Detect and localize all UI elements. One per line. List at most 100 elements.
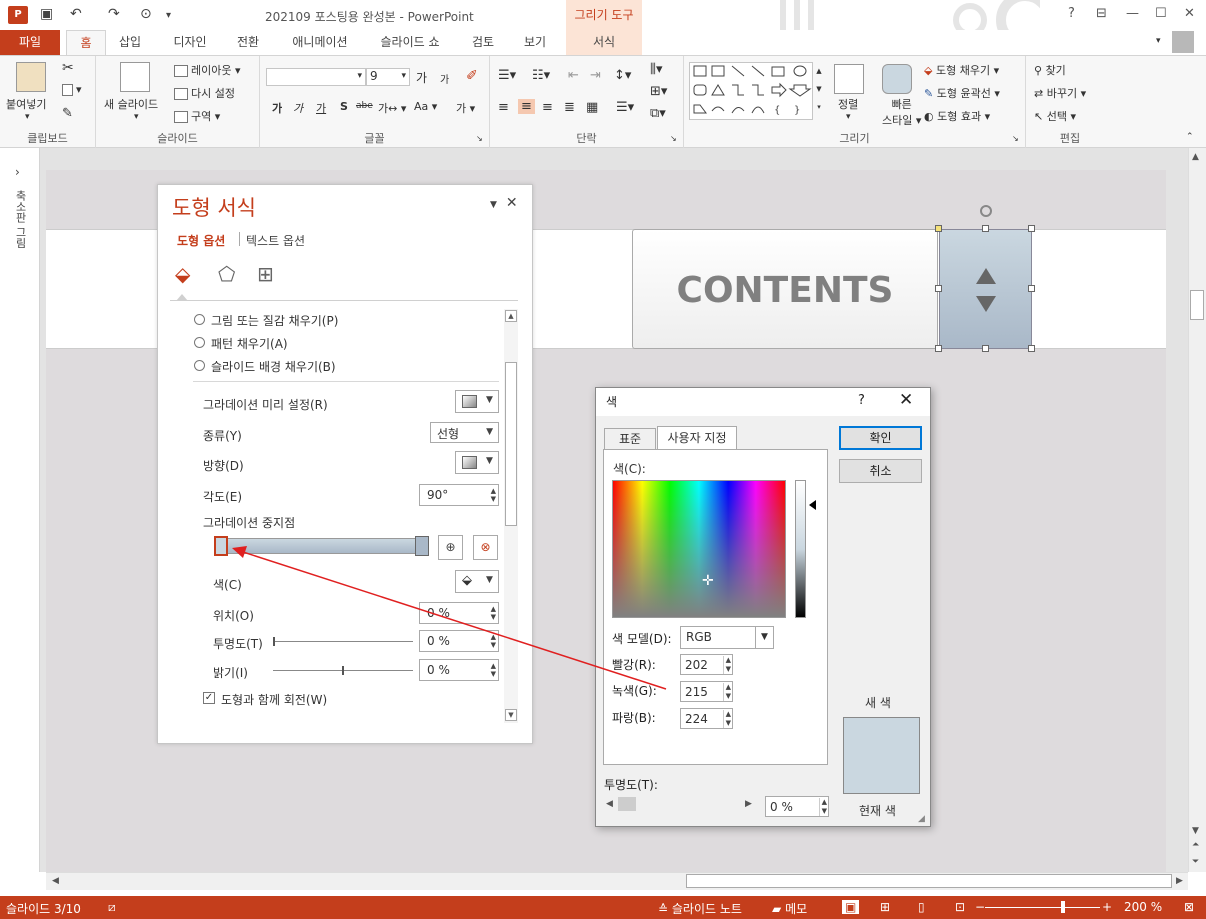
cut-icon[interactable]: ✂	[62, 60, 74, 76]
reset-button[interactable]: 다시 설정	[174, 85, 235, 101]
thumbnail-pane-label[interactable]: 축소판 그림	[12, 190, 28, 249]
paste-button[interactable]: 붙여넣기	[6, 96, 46, 112]
shape-outline-button[interactable]: ✎ 도형 윤곽선 ▾	[924, 85, 1000, 101]
avatar[interactable]	[1172, 31, 1194, 53]
change-case-button[interactable]: Aa ▾	[414, 100, 437, 113]
tab-standard[interactable]: 표준	[604, 428, 656, 449]
rotate-with-shape-checkbox[interactable]: ✓	[203, 692, 215, 704]
undo-icon[interactable]: ↶	[70, 6, 82, 22]
shape-effects-button[interactable]: ◐ 도형 효과 ▾	[924, 108, 990, 124]
char-spacing-button[interactable]: 가↔ ▾	[378, 100, 406, 116]
color-spectrum[interactable]	[612, 480, 786, 618]
tab-animations[interactable]: 애니메이션	[282, 30, 358, 55]
radio-background-fill[interactable]	[194, 360, 205, 371]
columns-icon[interactable]: ☰▾	[616, 100, 634, 115]
arrange-dropdown-icon[interactable]: ▾	[846, 112, 851, 122]
shapes-gallery[interactable]: {}	[689, 62, 825, 120]
redo-icon[interactable]: ↷	[108, 6, 120, 22]
gradient-type-dropdown[interactable]: 선형 ▼	[430, 422, 499, 443]
pane-scroll-up-icon[interactable]: ▲	[505, 310, 517, 322]
distributed-icon[interactable]: ▦	[586, 100, 598, 115]
decrease-indent-icon[interactable]: ⇤	[568, 68, 579, 83]
zoom-level[interactable]: 200 %	[1124, 900, 1162, 914]
fill-line-icon[interactable]: ⬙	[175, 262, 190, 286]
stop-position-input[interactable]: 0 % ▲ ▼	[419, 602, 499, 624]
scroll-right-icon[interactable]: ▶	[1176, 876, 1183, 886]
selection-handle[interactable]	[1028, 345, 1035, 352]
selected-arrow-shape[interactable]	[939, 229, 1032, 349]
transparency-slider-thumb[interactable]	[273, 637, 275, 646]
selection-handle[interactable]	[1028, 285, 1035, 292]
next-slide-icon[interactable]: ⏷	[1192, 857, 1199, 867]
pane-scroll-thumb[interactable]	[505, 362, 517, 526]
shapes-gallery-scroll[interactable]: ▲ ▼ ▾	[812, 62, 825, 120]
dialog-help-icon[interactable]: ?	[858, 393, 865, 408]
comments-button[interactable]: ▰ 메모	[772, 900, 807, 917]
blue-input[interactable]: 224 ▲ ▼	[680, 708, 733, 729]
zoom-out-icon[interactable]: −	[975, 900, 985, 914]
rotation-handle[interactable]	[980, 205, 992, 217]
tab-text-options[interactable]: 텍스트 옵션	[246, 232, 305, 249]
luminance-bar[interactable]	[795, 480, 806, 618]
numbering-icon[interactable]: ☷▾	[532, 68, 550, 83]
contents-title[interactable]: CONTENTS	[632, 270, 938, 311]
notes-button[interactable]: ≙ 슬라이드 노트	[658, 900, 742, 917]
gradient-direction-button[interactable]: ▼	[455, 451, 499, 474]
format-painter-icon[interactable]: ✎	[62, 106, 73, 121]
resize-grip-icon[interactable]: ◢	[918, 814, 925, 824]
selection-handle[interactable]	[1028, 225, 1035, 232]
find-button[interactable]: ⚲ 찾기	[1034, 62, 1066, 78]
start-from-beginning-icon[interactable]: ⊙	[140, 6, 152, 22]
pane-scroll-down-icon[interactable]: ▼	[505, 709, 517, 721]
layout-button[interactable]: 레이아웃 ▾	[174, 62, 241, 78]
section-button[interactable]: 구역 ▾	[174, 108, 220, 124]
vertical-scroll-thumb[interactable]	[1190, 290, 1204, 320]
green-input[interactable]: 215 ▲ ▼	[680, 681, 733, 702]
new-slide-button[interactable]: 새 슬라이드	[104, 96, 158, 112]
gradient-stops-bar[interactable]	[222, 538, 426, 554]
replace-button[interactable]: ⇄ 바꾸기 ▾	[1034, 85, 1086, 101]
tab-design[interactable]: 디자인	[165, 30, 215, 55]
tab-slideshow[interactable]: 슬라이드 쇼	[372, 30, 448, 55]
copy-icon[interactable]: ▾	[62, 83, 82, 96]
tab-transitions[interactable]: 전환	[226, 30, 270, 55]
collapse-ribbon-icon[interactable]: ⌃	[1186, 132, 1194, 142]
previous-slide-icon[interactable]: ⏶	[1192, 840, 1199, 850]
tab-view[interactable]: 보기	[514, 30, 556, 55]
gradient-stop-2[interactable]	[415, 536, 429, 556]
stop-brightness-input[interactable]: 0 % ▲ ▼	[419, 659, 499, 681]
slideshow-view-icon[interactable]: ⊡	[955, 900, 965, 914]
increase-indent-icon[interactable]: ⇥	[590, 68, 601, 83]
maximize-icon[interactable]: ☐	[1155, 6, 1167, 21]
size-properties-icon[interactable]: ⊞	[257, 262, 274, 286]
shadow-button[interactable]: S	[340, 100, 348, 113]
add-gradient-stop-icon[interactable]: ⊕	[438, 535, 463, 560]
spellcheck-icon[interactable]: ⧄	[108, 900, 116, 915]
minimize-icon[interactable]: —	[1126, 6, 1139, 21]
clear-formatting-icon[interactable]: ✐	[466, 68, 478, 84]
dialog-transparency-input[interactable]: 0 % ▲ ▼	[765, 796, 829, 817]
shape-fill-button[interactable]: ⬙ 도형 채우기 ▾	[924, 62, 999, 78]
font-size-dropdown[interactable]: 9 ▾	[366, 68, 410, 86]
font-color-button[interactable]: 가 ▾	[456, 100, 475, 116]
zoom-slider-thumb[interactable]	[1061, 901, 1065, 913]
radio-pattern-fill[interactable]	[194, 337, 205, 348]
shrink-font-button[interactable]: 가	[440, 71, 449, 86]
font-name-dropdown[interactable]: ▾	[266, 68, 366, 86]
selection-handle[interactable]	[982, 345, 989, 352]
selection-handle[interactable]	[982, 225, 989, 232]
scroll-down-icon[interactable]: ▼	[1192, 826, 1199, 836]
cancel-button[interactable]: 취소	[839, 459, 922, 483]
align-right-icon[interactable]: ≡	[542, 100, 553, 115]
horizontal-scroll-thumb[interactable]	[686, 874, 1172, 888]
expand-thumbnails-icon[interactable]: ›	[15, 165, 20, 179]
italic-button[interactable]: 가	[293, 100, 303, 116]
underline-button[interactable]: 가	[316, 100, 326, 116]
red-input[interactable]: 202 ▲ ▼	[680, 654, 733, 675]
smartart-icon[interactable]: ⧉▾	[650, 106, 666, 121]
text-direction-icon[interactable]: ⫼▾	[650, 62, 663, 77]
remove-gradient-stop-icon[interactable]: ⊗	[473, 535, 498, 560]
strikethrough-button[interactable]: abe	[356, 101, 373, 111]
ok-button[interactable]: 확인	[839, 426, 922, 450]
tab-home[interactable]: 홈	[66, 30, 106, 55]
